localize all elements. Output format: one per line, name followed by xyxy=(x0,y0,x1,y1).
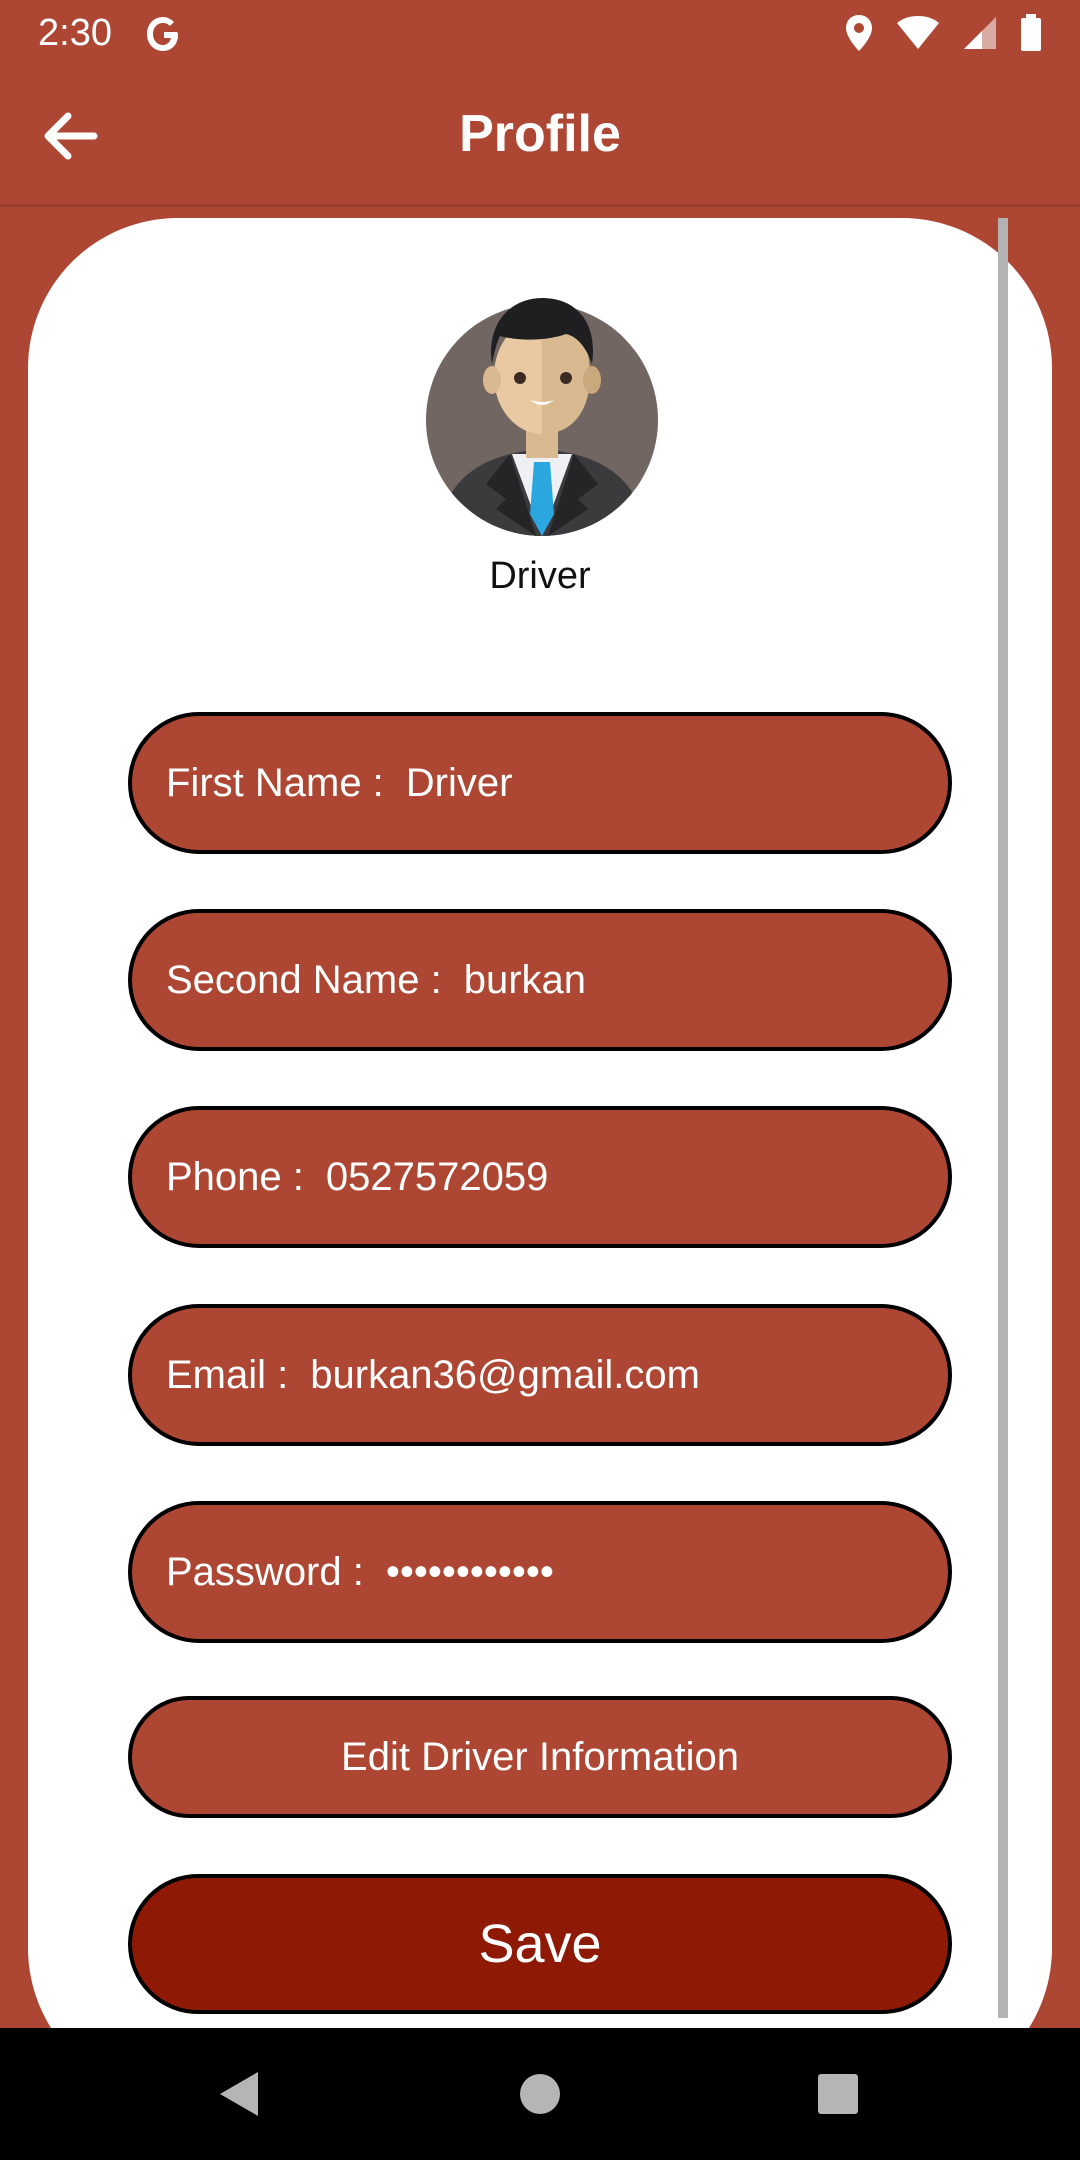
first-name-label: First Name : xyxy=(166,760,384,805)
phone-value: 0527572059 xyxy=(325,1154,549,1199)
businessman-avatar-icon[interactable] xyxy=(426,284,658,536)
email-value: burkan36@gmail.com xyxy=(310,1352,700,1397)
status-bar: 2:30 xyxy=(0,0,1080,66)
recents-square-icon[interactable] xyxy=(808,2064,868,2124)
second-name-label: Second Name : xyxy=(166,957,442,1002)
location-icon xyxy=(846,15,872,51)
email-field[interactable]: Email : burkan36@gmail.com xyxy=(128,1304,952,1446)
back-triangle-icon[interactable] xyxy=(210,2064,270,2124)
password-field[interactable]: Password : •••••••••••• xyxy=(128,1501,952,1643)
signal-icon xyxy=(964,17,996,49)
profile-role-label: Driver xyxy=(489,555,591,597)
page-title: Profile xyxy=(459,105,621,163)
navigation-bar xyxy=(0,2028,1080,2160)
status-icons xyxy=(844,12,1042,54)
wifi-icon xyxy=(897,16,939,49)
scrollbar[interactable] xyxy=(998,218,1008,2018)
home-circle-icon[interactable] xyxy=(510,2064,570,2124)
second-name-field[interactable]: Second Name : burkan xyxy=(128,909,952,1051)
second-name-value: burkan xyxy=(463,957,587,1002)
phone-label: Phone : xyxy=(166,1154,304,1199)
first-name-field[interactable]: First Name : Driver xyxy=(128,712,952,854)
google-g-icon xyxy=(147,17,178,51)
phone-field[interactable]: Phone : 0527572059 xyxy=(128,1106,952,1248)
status-time: 2:30 xyxy=(38,12,112,54)
email-label: Email : xyxy=(166,1352,289,1397)
password-label: Password : xyxy=(166,1549,364,1594)
app-bar: Profile xyxy=(0,66,1080,207)
first-name-value: Driver xyxy=(405,760,513,805)
password-value: •••••••••••• xyxy=(385,1549,554,1594)
save-button[interactable]: Save xyxy=(128,1874,952,2014)
battery-icon xyxy=(1021,14,1041,51)
edit-driver-information-button[interactable]: Edit Driver Information xyxy=(128,1696,952,1818)
